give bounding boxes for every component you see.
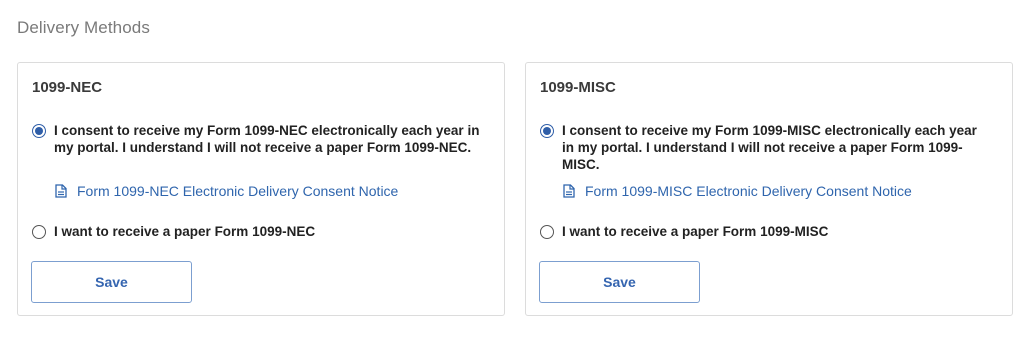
- document-icon: [55, 184, 67, 198]
- radio-button-paper[interactable]: [32, 225, 46, 239]
- radio-option-paper[interactable]: I want to receive a paper Form 1099-NEC: [32, 223, 484, 240]
- card-title: 1099-MISC: [540, 79, 616, 96]
- document-icon: [563, 184, 575, 198]
- delivery-card-1099-nec: 1099-NEC I consent to receive my Form 10…: [17, 62, 505, 316]
- consent-notice-link-label[interactable]: Form 1099-NEC Electronic Delivery Consen…: [77, 183, 398, 199]
- radio-button-paper[interactable]: [540, 225, 554, 239]
- save-button[interactable]: Save: [539, 261, 700, 303]
- save-button[interactable]: Save: [31, 261, 192, 303]
- radio-button-electronic[interactable]: [32, 124, 46, 138]
- consent-notice-link[interactable]: Form 1099-NEC Electronic Delivery Consen…: [55, 183, 398, 199]
- radio-button-electronic[interactable]: [540, 124, 554, 138]
- card-title: 1099-NEC: [32, 79, 103, 96]
- radio-option-electronic[interactable]: I consent to receive my Form 1099-MISC e…: [540, 122, 992, 173]
- radio-label-electronic: I consent to receive my Form 1099-MISC e…: [562, 123, 977, 172]
- radio-label-electronic: I consent to receive my Form 1099-NEC el…: [54, 123, 480, 155]
- radio-option-paper[interactable]: I want to receive a paper Form 1099-MISC: [540, 223, 992, 240]
- consent-notice-link[interactable]: Form 1099-MISC Electronic Delivery Conse…: [563, 183, 912, 199]
- radio-label-paper: I want to receive a paper Form 1099-MISC: [562, 224, 829, 239]
- consent-notice-link-label[interactable]: Form 1099-MISC Electronic Delivery Conse…: [585, 183, 912, 199]
- page-title: Delivery Methods: [17, 18, 150, 37]
- delivery-card-1099-misc: 1099-MISC I consent to receive my Form 1…: [525, 62, 1013, 316]
- radio-label-paper: I want to receive a paper Form 1099-NEC: [54, 224, 316, 239]
- radio-option-electronic[interactable]: I consent to receive my Form 1099-NEC el…: [32, 122, 484, 156]
